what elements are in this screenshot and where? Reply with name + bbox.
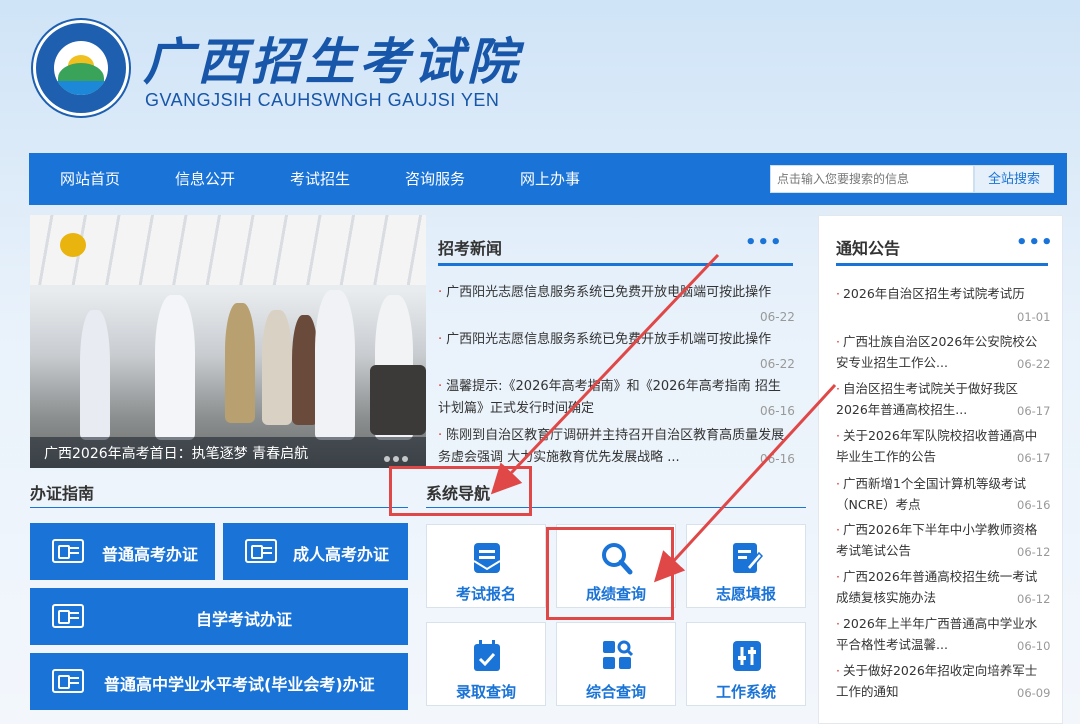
arrow-to-score-query: [653, 383, 837, 583]
annotation-arrows: [490, 253, 837, 583]
arrow-to-system-nav: [490, 253, 720, 495]
